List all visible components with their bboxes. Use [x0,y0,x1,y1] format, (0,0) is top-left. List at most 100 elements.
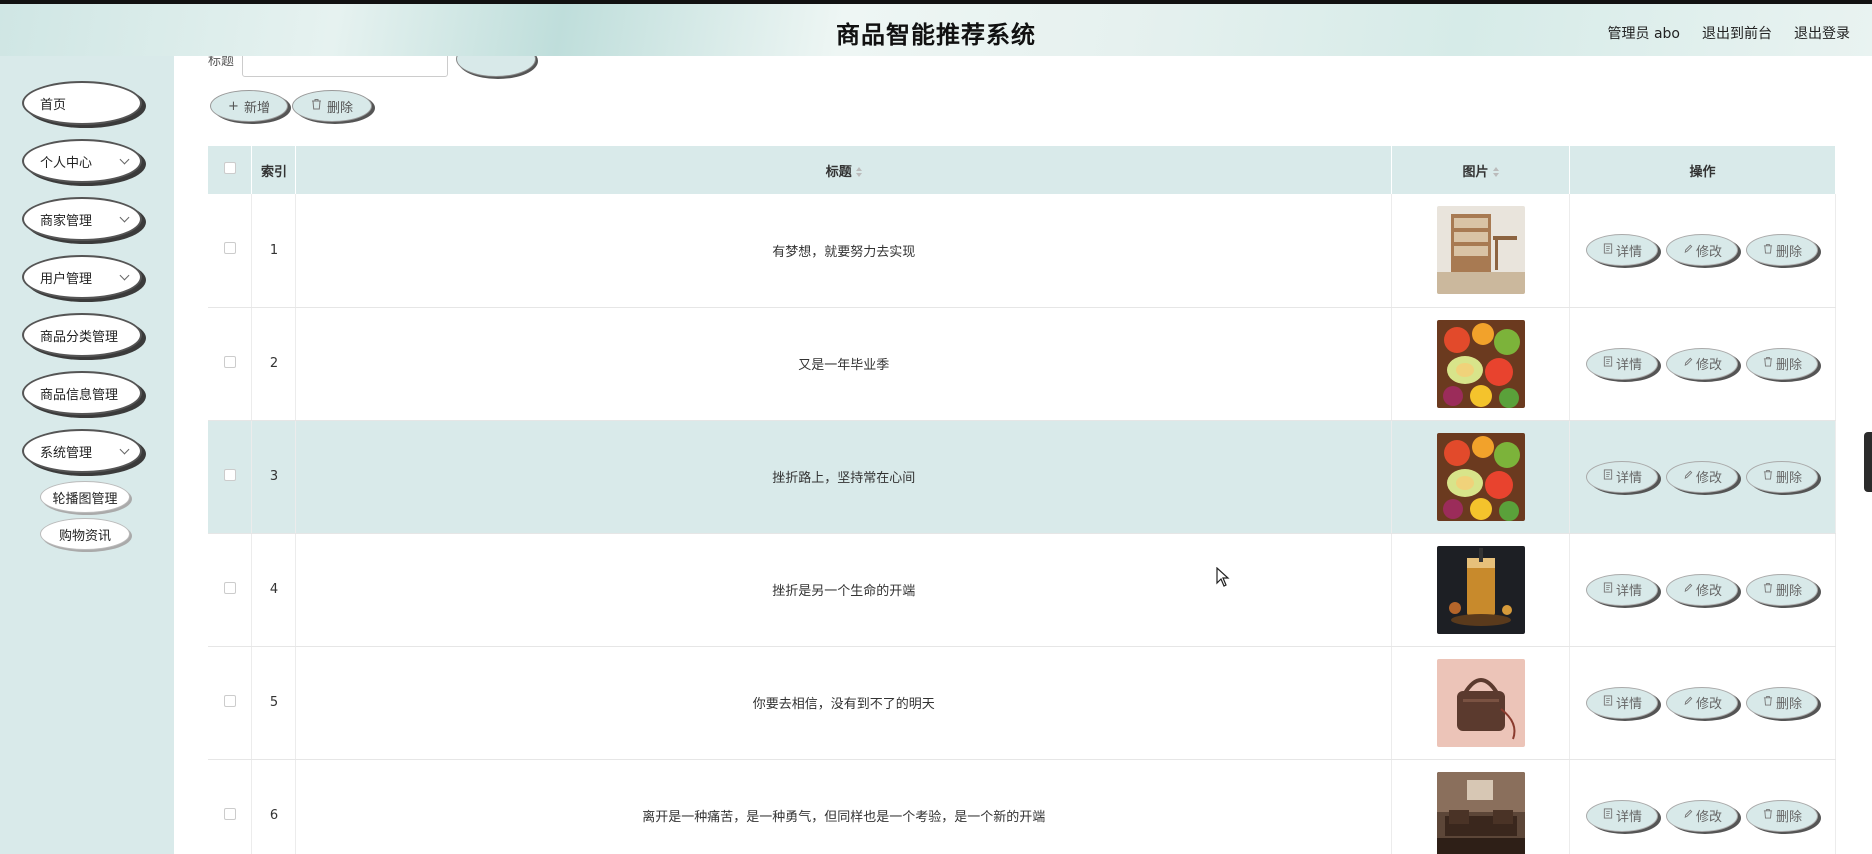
table-header-row: 索引 标题 图片 操作 [208,146,1837,194]
sidebar: 首页 个人中心 商家管理 用户管理 商品分类管理 商品信息管理 系统管理 轮播图… [0,56,174,854]
batch-delete-button[interactable]: 删除 [292,90,372,122]
row-title: 有梦想，就要努力去实现 [772,244,916,260]
plus-icon: + [228,98,239,114]
row-title-cell: 又是一年毕业季 [295,307,1393,421]
product-image[interactable] [1392,545,1569,634]
sidebar-item-merchant-management[interactable]: 商家管理 [22,197,142,241]
sidebar-item-personal-center[interactable]: 个人中心 [22,139,142,183]
row-actions-cell: 详情 修改 删除 [1569,646,1837,760]
exit-to-front-link[interactable]: 退出到前台 [1702,23,1772,43]
row-image-cell [1391,194,1570,308]
sidebar-item-system-management[interactable]: 系统管理 [22,429,142,473]
edit-button[interactable]: 修改 [1666,460,1739,493]
detail-button[interactable]: 详情 [1586,234,1659,267]
edit-button-label: 修改 [1695,358,1722,373]
sidebar-item-home[interactable]: 首页 [22,81,142,125]
sidebar-item-label: 首页 [40,97,67,113]
edit-button[interactable]: 修改 [1666,347,1739,380]
edit-button[interactable]: 修改 [1666,573,1739,606]
logout-link[interactable]: 退出登录 [1794,23,1850,43]
detail-button-label: 详情 [1615,244,1642,260]
column-header-label: 操作 [1689,164,1716,180]
delete-button[interactable]: 删除 [1746,234,1819,267]
row-checkbox[interactable] [223,355,236,368]
sort-icon[interactable] [1492,167,1499,177]
product-image[interactable] [1392,658,1569,747]
pencil-icon [1683,808,1693,823]
sidebar-item-label: 商家管理 [40,213,93,229]
row-select-cell [208,646,253,760]
search-input[interactable] [242,56,449,77]
table-row: 1 有梦想，就要努力去实现 详情 修改 删除 [208,194,1837,308]
page-scrollbar[interactable] [1864,432,1872,492]
sort-icon[interactable] [855,167,862,177]
product-image[interactable] [1392,771,1569,854]
add-button-label: 新增 [243,100,270,116]
row-select-cell [208,533,253,647]
row-actions-cell: 详情 修改 删除 [1569,420,1837,534]
column-header-title[interactable]: 标题 [295,146,1393,194]
add-button[interactable]: + 新增 [210,90,288,122]
table-row: 5 你要去相信，没有到不了的明天 详情 修改 删除 [208,646,1837,760]
sidebar-subitem-carousel[interactable]: 轮播图管理 [40,481,130,513]
product-image[interactable] [1392,319,1569,408]
pencil-icon [1683,243,1693,258]
row-image-cell [1391,420,1570,534]
edit-button[interactable]: 修改 [1666,234,1739,267]
column-header-label: 标题 [825,164,852,180]
row-select-cell [208,420,253,534]
delete-button[interactable]: 删除 [1746,347,1819,380]
row-checkbox[interactable] [223,468,236,481]
table-row: 2 又是一年毕业季 详情 修改 删除 [208,307,1837,421]
row-index-cell: 1 [251,194,297,308]
detail-button[interactable]: 详情 [1586,799,1659,832]
sidebar-item-user-management[interactable]: 用户管理 [22,255,142,299]
trash-icon [1763,356,1773,371]
edit-button-label: 修改 [1695,471,1722,486]
search-label: 标题 [208,56,235,69]
edit-button-label: 修改 [1695,697,1722,712]
column-header-label: 索引 [260,164,287,180]
column-header-label: 图片 [1462,164,1489,180]
delete-button[interactable]: 删除 [1746,460,1819,493]
row-checkbox[interactable] [223,694,236,707]
row-checkbox[interactable] [223,807,236,820]
row-index: 1 [269,242,279,258]
trash-icon [311,98,322,114]
sidebar-subitem-shopping-news[interactable]: 购物资讯 [40,518,130,550]
sidebar-item-label: 商品信息管理 [40,387,119,403]
detail-button[interactable]: 详情 [1586,347,1659,380]
product-image[interactable] [1392,432,1569,521]
search-button[interactable] [456,56,537,77]
edit-button[interactable]: 修改 [1666,799,1739,832]
row-checkbox[interactable] [223,242,236,255]
detail-button-label: 详情 [1615,810,1642,825]
detail-button[interactable]: 详情 [1586,573,1659,606]
trash-icon [1763,469,1773,484]
sidebar-item-label: 商品分类管理 [40,329,119,345]
edit-button[interactable]: 修改 [1666,686,1739,719]
edit-button-label: 修改 [1695,244,1722,260]
select-all-checkbox[interactable] [223,162,236,174]
row-index-cell: 2 [251,307,297,421]
row-image-cell [1391,759,1570,854]
sidebar-item-product-management[interactable]: 商品信息管理 [22,371,142,415]
detail-button[interactable]: 详情 [1586,460,1659,493]
table-row: 4 挫折是另一个生命的开端 详情 修改 删除 [208,533,1837,647]
row-title: 离开是一种痛苦，是一种勇气，但同样也是一个考验，是一个新的开端 [642,810,1046,825]
row-title: 挫折是另一个生命的开端 [772,584,916,599]
delete-button[interactable]: 删除 [1746,799,1819,832]
row-index: 4 [269,582,279,597]
sidebar-item-category-management[interactable]: 商品分类管理 [22,313,142,357]
row-title-cell: 挫折路上，坚持常在心间 [295,420,1393,534]
document-icon [1603,808,1613,823]
delete-button[interactable]: 删除 [1746,686,1819,719]
row-actions-cell: 详情 修改 删除 [1569,194,1837,308]
row-index-cell: 6 [251,759,297,854]
delete-button[interactable]: 删除 [1746,573,1819,606]
row-checkbox[interactable] [223,581,236,594]
detail-button[interactable]: 详情 [1586,686,1659,719]
pencil-icon [1683,469,1693,484]
product-image[interactable] [1392,206,1569,295]
column-header-image[interactable]: 图片 [1391,146,1570,194]
